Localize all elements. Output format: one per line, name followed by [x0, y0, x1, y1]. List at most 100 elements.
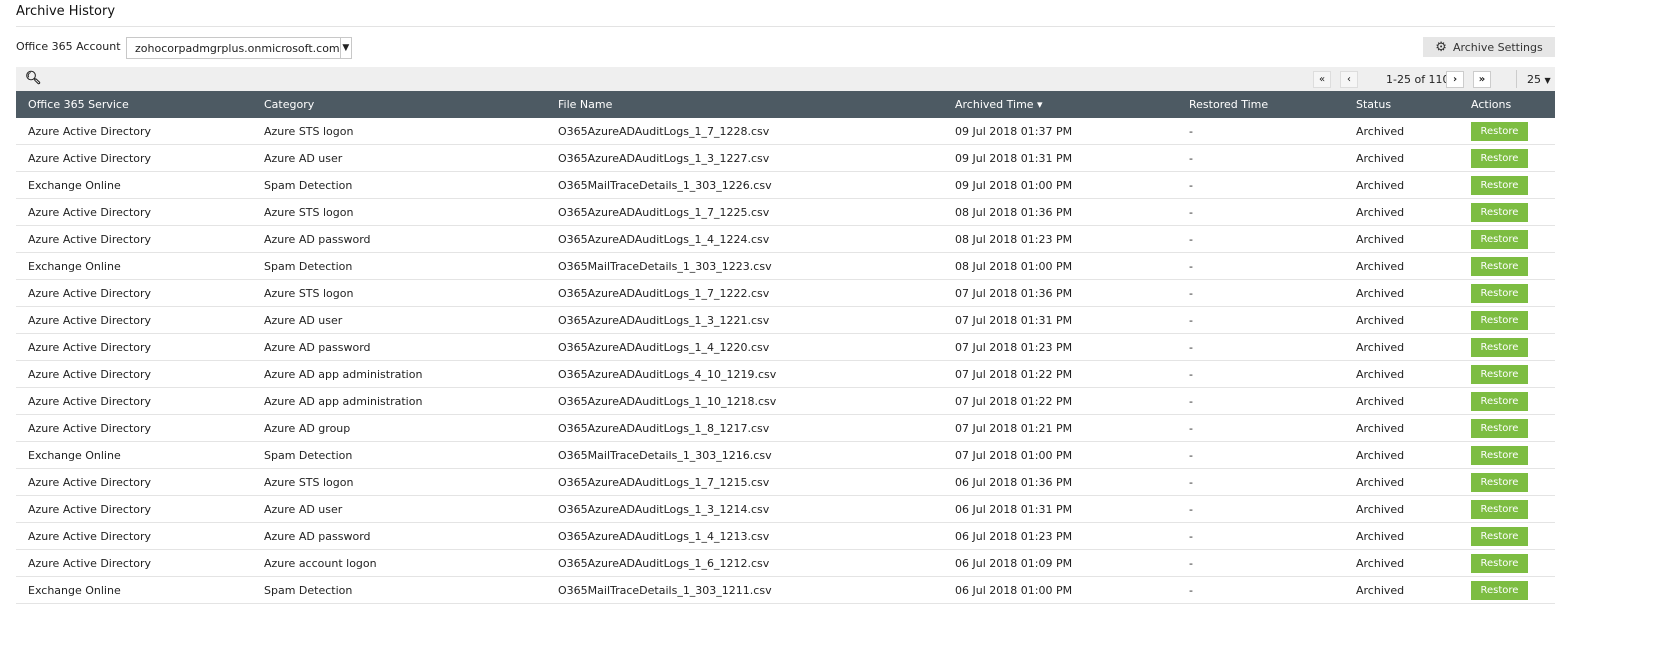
chevron-down-icon[interactable]: ▼: [339, 38, 351, 58]
column-header-label: Archived Time: [955, 98, 1034, 111]
restored-time-cell: -: [1189, 118, 1356, 145]
restored-time-cell: -: [1189, 225, 1356, 253]
table-row: Azure Active Directory Azure STS logon O36…: [16, 118, 1555, 145]
divider: [16, 26, 1555, 27]
file-name-cell: O365AzureADAuditLogs_1_4_1224.csv: [558, 225, 955, 253]
restore-button[interactable]: Restore: [1471, 175, 1528, 195]
category-cell: Azure AD group: [264, 414, 558, 442]
restore-button[interactable]: Restore: [1471, 472, 1528, 492]
restored-time-cell: -: [1189, 333, 1356, 361]
restore-button[interactable]: Restore: [1471, 229, 1528, 249]
restore-button[interactable]: Restore: [1471, 256, 1528, 276]
restored-time-cell: -: [1189, 279, 1356, 307]
category-cell: Spam Detection: [264, 576, 558, 604]
restore-button[interactable]: Restore: [1471, 445, 1528, 465]
file-name-cell: O365MailTraceDetails_1_303_1211.csv: [558, 576, 955, 604]
table-row: Azure Active Directory Azure STS logon O36…: [16, 279, 1555, 307]
table-row: Exchange Online Spam Detection O365MailTra…: [16, 441, 1555, 469]
column-header[interactable]: Status: [1356, 91, 1471, 118]
archived-time-cell: 07 Jul 2018 01:21 PM: [955, 414, 1189, 442]
service-cell: Azure Active Directory: [16, 118, 264, 145]
category-cell: Azure AD user: [264, 144, 558, 172]
category-cell: Azure AD password: [264, 333, 558, 361]
table-toolbar: 🔍︎ « ‹ 1-25 of 110 › » 25 ▼: [16, 67, 1555, 91]
actions-cell: Restore: [1471, 522, 1555, 550]
column-header-label: Office 365 Service: [28, 98, 129, 111]
file-name-cell: O365AzureADAuditLogs_1_3_1221.csv: [558, 306, 955, 334]
restore-button[interactable]: Restore: [1471, 499, 1528, 519]
file-name-cell: O365AzureADAuditLogs_1_4_1213.csv: [558, 522, 955, 550]
restore-button[interactable]: Restore: [1471, 580, 1528, 600]
archived-time-cell: 09 Jul 2018 01:37 PM: [955, 118, 1189, 145]
restore-button[interactable]: Restore: [1471, 418, 1528, 438]
column-header[interactable]: Archived Time ▾: [955, 91, 1189, 118]
table-row: Azure Active Directory Azure AD user O365A…: [16, 495, 1555, 523]
restored-time-cell: -: [1189, 468, 1356, 496]
archive-settings-button[interactable]: ⚙ Archive Settings: [1423, 37, 1555, 57]
service-cell: Azure Active Directory: [16, 414, 264, 442]
category-cell: Azure STS logon: [264, 279, 558, 307]
restore-button[interactable]: Restore: [1471, 391, 1528, 411]
per-page-value: 25: [1527, 73, 1541, 86]
column-header[interactable]: Office 365 Service: [16, 91, 264, 118]
sort-desc-icon[interactable]: ▾: [1034, 98, 1043, 111]
service-cell: Azure Active Directory: [16, 387, 264, 415]
search-filter-icon[interactable]: 🔍︎: [25, 71, 42, 86]
table-row: Azure Active Directory Azure AD password O…: [16, 225, 1555, 253]
restore-button[interactable]: Restore: [1471, 202, 1528, 222]
table-row: Azure Active Directory Azure AD password O…: [16, 333, 1555, 361]
file-name-cell: O365AzureADAuditLogs_1_6_1212.csv: [558, 549, 955, 577]
restored-time-cell: -: [1189, 387, 1356, 415]
prev-page-button[interactable]: ‹: [1340, 71, 1358, 88]
account-select[interactable]: zohocorpadmgrplus.onmicrosoft.com ▼: [126, 37, 352, 59]
file-name-cell: O365AzureADAuditLogs_1_8_1217.csv: [558, 414, 955, 442]
restore-button[interactable]: Restore: [1471, 337, 1528, 357]
next-page-button[interactable]: ›: [1446, 71, 1464, 88]
restore-button[interactable]: Restore: [1471, 526, 1528, 546]
restore-button[interactable]: Restore: [1471, 148, 1528, 168]
column-header-label: Category: [264, 98, 315, 111]
file-name-cell: O365MailTraceDetails_1_303_1226.csv: [558, 171, 955, 199]
table-row: Azure Active Directory Azure STS logon O36…: [16, 468, 1555, 496]
restore-button[interactable]: Restore: [1471, 310, 1528, 330]
column-header[interactable]: Category: [264, 91, 558, 118]
column-header-label: File Name: [558, 98, 613, 111]
file-name-cell: O365AzureADAuditLogs_4_10_1219.csv: [558, 360, 955, 388]
service-cell: Azure Active Directory: [16, 360, 264, 388]
first-page-button[interactable]: «: [1313, 71, 1331, 88]
file-name-cell: O365AzureADAuditLogs_1_3_1214.csv: [558, 495, 955, 523]
restored-time-cell: -: [1189, 252, 1356, 280]
restored-time-cell: -: [1189, 414, 1356, 442]
actions-cell: Restore: [1471, 360, 1555, 388]
gear-icon: ⚙: [1435, 39, 1447, 55]
archived-time-cell: 06 Jul 2018 01:31 PM: [955, 495, 1189, 523]
table-row: Azure Active Directory Azure AD app admin…: [16, 360, 1555, 388]
restore-button[interactable]: Restore: [1471, 364, 1528, 384]
column-header[interactable]: Restored Time: [1189, 91, 1356, 118]
status-cell: Archived: [1356, 495, 1471, 523]
per-page-select[interactable]: 25 ▼: [1527, 73, 1551, 86]
restored-time-cell: -: [1189, 198, 1356, 226]
last-page-button[interactable]: »: [1473, 71, 1491, 88]
column-header[interactable]: File Name: [558, 91, 955, 118]
restore-button[interactable]: Restore: [1471, 121, 1528, 141]
column-header[interactable]: Actions: [1471, 91, 1555, 118]
service-cell: Azure Active Directory: [16, 306, 264, 334]
restore-button[interactable]: Restore: [1471, 283, 1528, 303]
category-cell: Azure AD password: [264, 522, 558, 550]
caret-down-icon: ▼: [1544, 76, 1551, 85]
file-name-cell: O365MailTraceDetails_1_303_1216.csv: [558, 441, 955, 469]
restore-button[interactable]: Restore: [1471, 553, 1528, 573]
service-cell: Azure Active Directory: [16, 198, 264, 226]
status-cell: Archived: [1356, 576, 1471, 604]
actions-cell: Restore: [1471, 333, 1555, 361]
archived-time-cell: 07 Jul 2018 01:22 PM: [955, 387, 1189, 415]
status-cell: Archived: [1356, 118, 1471, 145]
file-name-cell: O365AzureADAuditLogs_1_4_1220.csv: [558, 333, 955, 361]
actions-cell: Restore: [1471, 198, 1555, 226]
table-row: Azure Active Directory Azure AD user O365A…: [16, 306, 1555, 334]
file-name-cell: O365AzureADAuditLogs_1_7_1222.csv: [558, 279, 955, 307]
status-cell: Archived: [1356, 522, 1471, 550]
status-cell: Archived: [1356, 279, 1471, 307]
page-title: Archive History: [16, 4, 116, 19]
